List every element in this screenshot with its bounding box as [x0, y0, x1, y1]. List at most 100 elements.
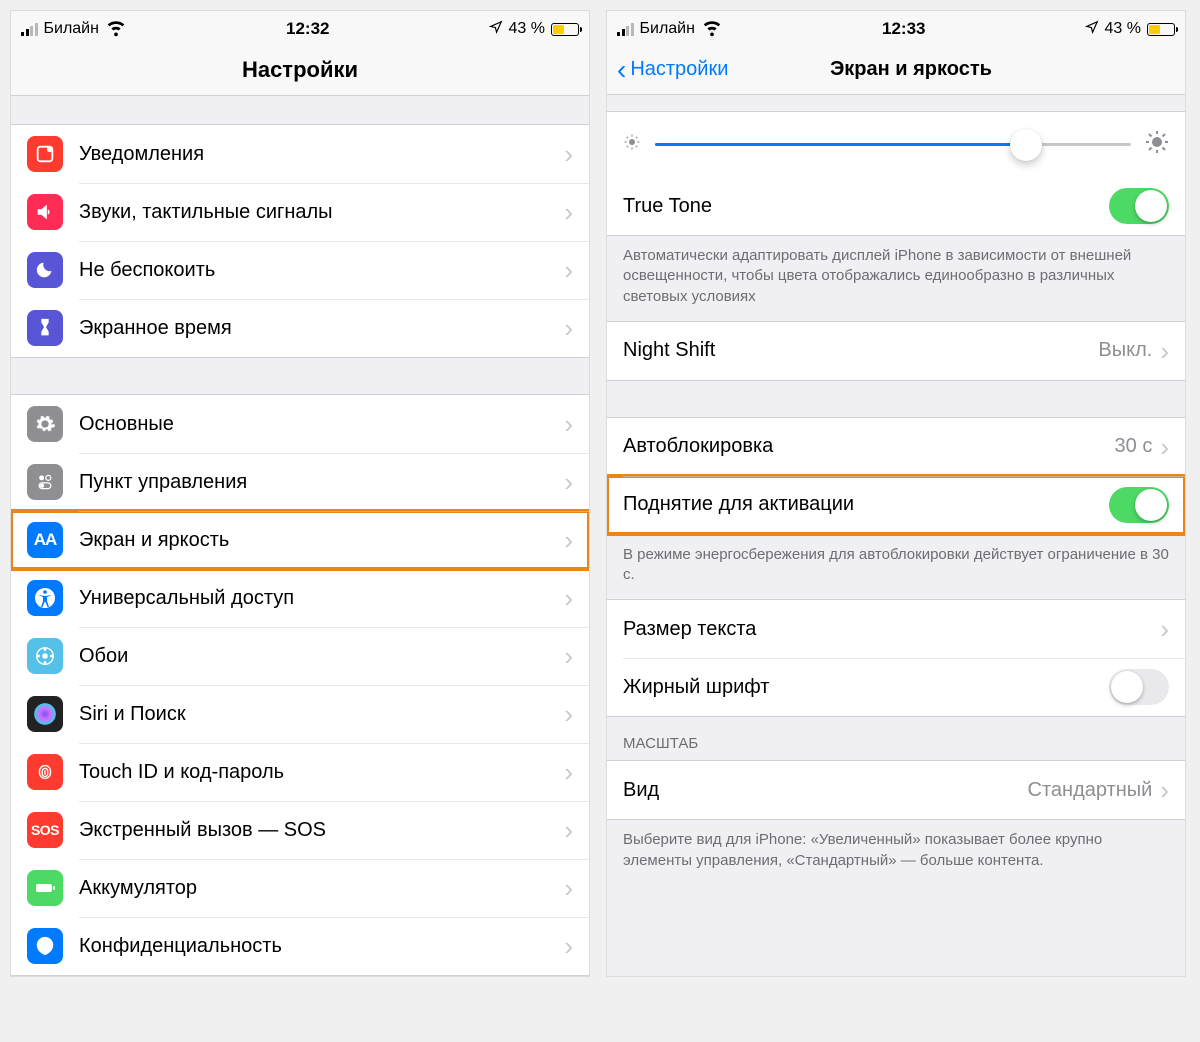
brightness-low-icon — [623, 133, 641, 156]
chevron-right-icon: › — [1160, 616, 1169, 642]
brightness-high-icon — [1145, 130, 1169, 159]
location-icon — [489, 20, 503, 39]
battery-icon — [1147, 23, 1175, 36]
bold-text-label: Жирный шрифт — [623, 676, 1109, 699]
chevron-right-icon: › — [564, 817, 573, 843]
raise-to-wake-label: Поднятие для активации — [623, 493, 1109, 516]
text-size-row[interactable]: Размер текста › — [607, 600, 1185, 658]
location-icon — [1085, 20, 1099, 39]
chevron-right-icon: › — [1160, 338, 1169, 364]
wifi-icon — [701, 16, 723, 43]
settings-row-label: Экстренный вызов — SOS — [79, 819, 564, 842]
chevron-right-icon: › — [564, 933, 573, 959]
carrier-label: Билайн — [640, 20, 695, 38]
bold-text-toggle[interactable] — [1109, 669, 1169, 705]
battery-percent: 43 % — [1105, 20, 1141, 38]
chevron-left-icon: ‹ — [617, 54, 626, 86]
status-time: 12:32 — [286, 19, 329, 39]
chevron-right-icon: › — [564, 585, 573, 611]
settings-row-siri[interactable]: Siri и Поиск› — [11, 685, 589, 743]
settings-row-label: Экран и яркость — [79, 529, 564, 552]
brightness-slider[interactable] — [607, 112, 1185, 177]
settings-row-battery[interactable]: Аккумулятор› — [11, 859, 589, 917]
chevron-right-icon: › — [564, 701, 573, 727]
settings-row-privacy[interactable]: Конфиденциальность› — [11, 917, 589, 975]
chevron-right-icon: › — [564, 141, 573, 167]
true-tone-label: True Tone — [623, 195, 1109, 218]
bold-text-row[interactable]: Жирный шрифт — [607, 658, 1185, 716]
notifications-icon — [27, 136, 63, 172]
chevron-right-icon: › — [564, 257, 573, 283]
settings-row-label: Основные — [79, 413, 564, 436]
display-brightness-icon: AA — [27, 522, 63, 558]
page-title: Настройки — [25, 57, 575, 83]
settings-row-sounds[interactable]: Звуки, тактильные сигналы› — [11, 183, 589, 241]
signal-icon — [21, 23, 38, 36]
battery-icon — [27, 870, 63, 906]
night-shift-row[interactable]: Night Shift Выкл. › — [607, 322, 1185, 380]
zoom-footer: Выберите вид для iPhone: «Увеличенный» п… — [607, 820, 1185, 885]
wifi-icon — [105, 16, 127, 43]
settings-row-screen-time[interactable]: Экранное время› — [11, 299, 589, 357]
sounds-icon — [27, 194, 63, 230]
settings-row-touch-id[interactable]: Touch ID и код-пароль› — [11, 743, 589, 801]
chevron-right-icon: › — [1160, 434, 1169, 460]
power-mode-footer: В режиме энергосбережения для автоблокир… — [607, 535, 1185, 600]
settings-row-label: Звуки, тактильные сигналы — [79, 201, 564, 224]
settings-row-label: Пункт управления — [79, 471, 564, 494]
slider-thumb[interactable] — [1010, 129, 1042, 161]
settings-row-label: Не беспокоить — [79, 259, 564, 282]
general-icon — [27, 406, 63, 442]
signal-icon — [617, 23, 634, 36]
status-time: 12:33 — [882, 19, 925, 39]
chevron-right-icon: › — [564, 199, 573, 225]
auto-lock-row[interactable]: Автоблокировка 30 с › — [607, 418, 1185, 476]
settings-row-accessibility[interactable]: Универсальный доступ› — [11, 569, 589, 627]
screen-time-icon — [27, 310, 63, 346]
settings-row-do-not-disturb[interactable]: Не беспокоить› — [11, 241, 589, 299]
privacy-icon — [27, 928, 63, 964]
settings-row-general[interactable]: Основные› — [11, 395, 589, 453]
settings-row-control-center[interactable]: Пункт управления› — [11, 453, 589, 511]
chevron-right-icon: › — [564, 411, 573, 437]
settings-row-label: Siri и Поиск — [79, 703, 564, 726]
settings-row-label: Экранное время — [79, 317, 564, 340]
settings-row-label: Touch ID и код-пароль — [79, 761, 564, 784]
settings-row-label: Универсальный доступ — [79, 587, 564, 610]
chevron-right-icon: › — [564, 469, 573, 495]
control-center-icon — [27, 464, 63, 500]
chevron-right-icon: › — [1160, 777, 1169, 803]
settings-row-label: Обои — [79, 645, 564, 668]
page-title: Экран и яркость — [800, 58, 992, 81]
settings-row-wallpaper[interactable]: Обои› — [11, 627, 589, 685]
display-zoom-label: Вид — [623, 779, 1028, 802]
do-not-disturb-icon — [27, 252, 63, 288]
back-button[interactable]: ‹ Настройки — [617, 54, 728, 86]
chevron-right-icon: › — [564, 759, 573, 785]
display-zoom-row[interactable]: Вид Стандартный › — [607, 761, 1185, 819]
slider-track[interactable] — [655, 143, 1131, 146]
back-label: Настройки — [630, 58, 728, 81]
night-shift-value: Выкл. — [1098, 339, 1152, 362]
auto-lock-value: 30 с — [1115, 435, 1153, 458]
status-bar: Билайн 12:33 43 % — [607, 11, 1185, 47]
nav-header: Настройки — [11, 47, 589, 96]
raise-to-wake-toggle[interactable] — [1109, 487, 1169, 523]
auto-lock-label: Автоблокировка — [623, 435, 1115, 458]
nav-header: ‹ Настройки Экран и яркость — [607, 47, 1185, 95]
battery-percent: 43 % — [509, 20, 545, 38]
true-tone-toggle[interactable] — [1109, 188, 1169, 224]
settings-row-sos[interactable]: SOS Экстренный вызов — SOS› — [11, 801, 589, 859]
chevron-right-icon: › — [564, 643, 573, 669]
raise-to-wake-row[interactable]: Поднятие для активации — [607, 476, 1185, 534]
display-zoom-value: Стандартный — [1028, 779, 1153, 802]
sos-icon: SOS — [27, 812, 63, 848]
carrier-label: Билайн — [44, 20, 99, 38]
settings-row-display-brightness[interactable]: AAЭкран и яркость› — [11, 511, 589, 569]
settings-row-label: Аккумулятор — [79, 877, 564, 900]
true-tone-row[interactable]: True Tone — [607, 177, 1185, 235]
chevron-right-icon: › — [564, 315, 573, 341]
touch-id-icon — [27, 754, 63, 790]
accessibility-icon — [27, 580, 63, 616]
settings-row-notifications[interactable]: Уведомления› — [11, 125, 589, 183]
